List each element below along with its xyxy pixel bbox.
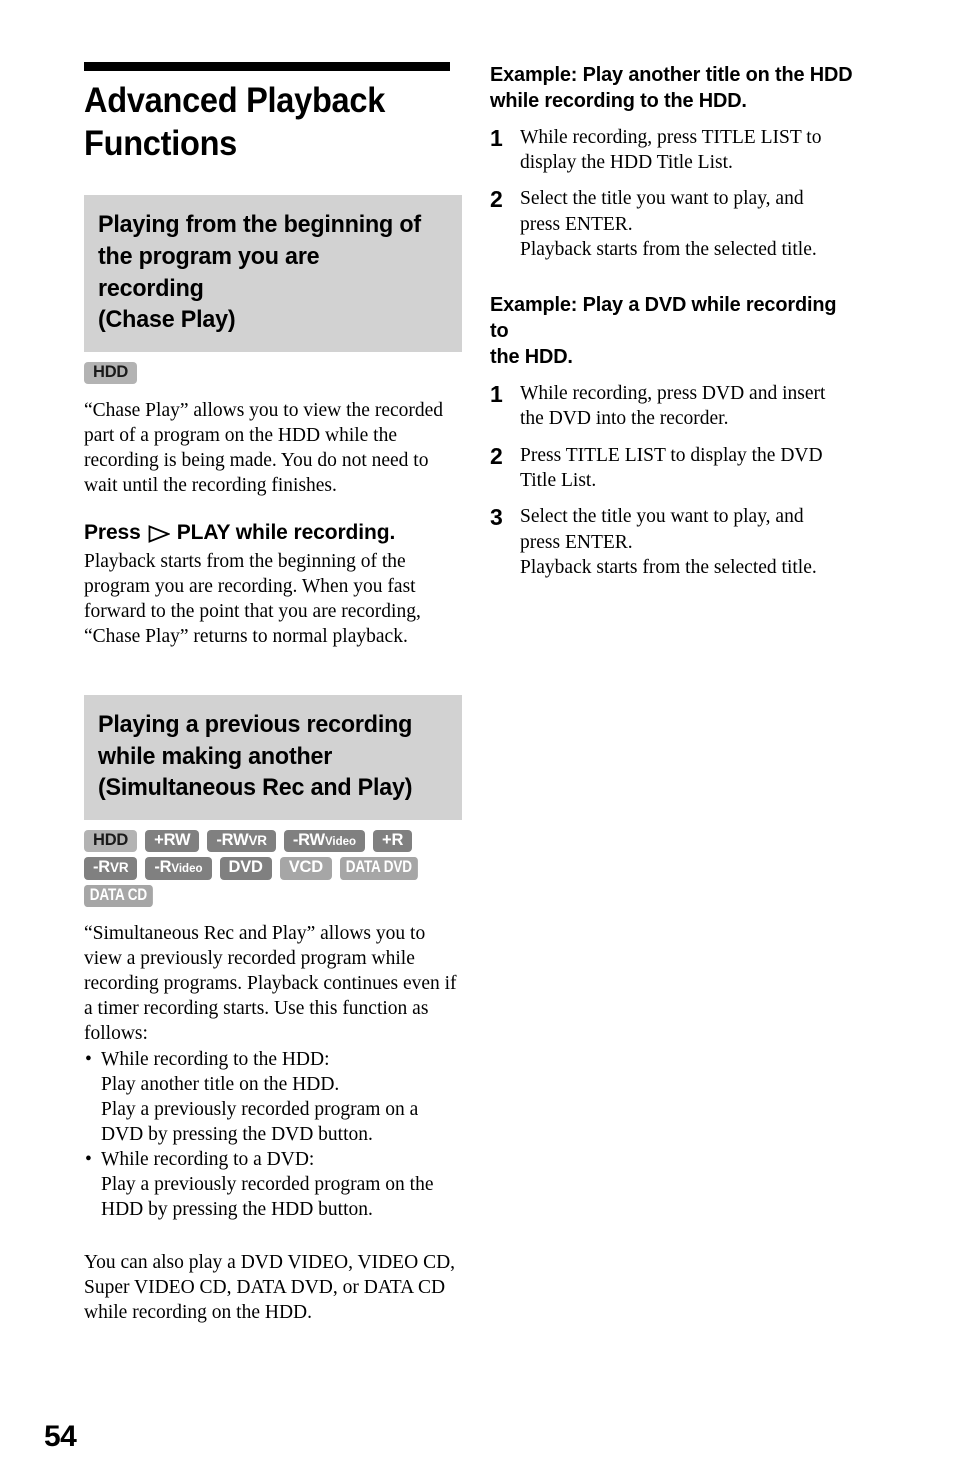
step-text: While recording, press TITLE LIST to dis… [520, 125, 868, 176]
press-play-label: PLAY while recording. [176, 520, 396, 544]
bullet-marker: • [85, 1149, 92, 1171]
step-item: 3 Select the title you want to play, and… [490, 504, 868, 580]
section-heading-chase-play: Playing from the beginning of the progra… [84, 195, 462, 352]
section2-heading-line-2: while making another [98, 742, 333, 770]
text-line: Playback starts from the beginning of th… [84, 550, 406, 572]
bullet-line: Play a previously recorded program on a [101, 1098, 419, 1120]
badge-row: -RVR -RVideo DVD VCD DATA DVD [84, 857, 462, 880]
badge-row: HDD +RW -RWVR -RWVideo +R [84, 829, 462, 853]
media-badge-rvideo: -RVideo [145, 857, 212, 880]
step-text: Press TITLE LIST to display the DVD Titl… [520, 443, 868, 494]
media-badge-dvd: DVD [219, 857, 272, 880]
section2-paragraph-2: You can also play a DVD VIDEO, VIDEO CD,… [84, 1250, 462, 1325]
media-badge-data-dvd: DATA DVD [340, 857, 418, 880]
document-page: Advanced Playback Functions Playing from… [0, 0, 954, 1483]
example1-heading-line-1: Example: Play another title on the HDD [490, 63, 853, 86]
text-line: program you are recording. [84, 575, 298, 597]
press-play-instruction-heading: Press PLAY while recording. [84, 521, 462, 545]
section2-heading-line-1: Playing a previous recording [98, 711, 413, 739]
text-line: normal playback. [272, 626, 408, 648]
chapter-title-line-2: Functions [84, 123, 237, 163]
text-line: display the HDD Title List. [520, 152, 733, 173]
text-line: press ENTER. [520, 531, 633, 553]
section1-paragraph-2: Playback starts from the beginning of th… [84, 549, 462, 650]
bullet-line: Play a previously recorded program on th… [101, 1174, 434, 1196]
step-number: 2 [490, 186, 503, 213]
text-line: Title List. [520, 469, 597, 491]
list-item: • While recording to a DVD: Play a previ… [84, 1147, 462, 1222]
media-badge-rwvideo: -RWVideo [283, 829, 366, 853]
section1-heading-line-3: (Chase Play) [98, 306, 236, 334]
step-item: 1 While recording, press TITLE LIST to d… [490, 125, 868, 176]
media-badge-vcd: VCD [279, 857, 332, 880]
badge-row: DATA CD [84, 884, 462, 907]
text-line: press ENTER. [520, 213, 633, 235]
text-line: “Simultaneous Rec and Play” allows you t… [84, 922, 426, 944]
text-line: “Chase Play” allows you to view the [84, 400, 370, 422]
step-text: Select the title you want to play, and p… [520, 186, 868, 262]
page-title: Advanced Playback Functions [84, 80, 436, 165]
text-line: view a previously recorded program while [84, 948, 415, 970]
step-item: 2 Select the title you want to play, and… [490, 186, 868, 262]
media-badge-rwvr: -RWVR [207, 829, 276, 853]
step-text: Select the title you want to play, and p… [520, 504, 868, 580]
list-item: • While recording to the HDD: Play anoth… [84, 1047, 462, 1148]
bullet-head: While recording to a DVD: [101, 1149, 315, 1171]
section1-heading-line-2: the program you are recording [98, 242, 320, 302]
section2-bullet-list: • While recording to the HDD: Play anoth… [84, 1047, 462, 1223]
media-badge-hdd: HDD [84, 829, 138, 853]
text-line: Playback starts from the selected title. [520, 239, 817, 261]
media-badge-hdd: HDD [84, 361, 138, 385]
text-line: recording programs. Playback continues [84, 973, 399, 995]
step-number: 1 [490, 124, 503, 151]
badge-row: HDD [84, 361, 462, 385]
step-item: 2 Press TITLE LIST to display the DVD Ti… [490, 443, 868, 494]
section-heading-simultaneous-rec-and-play: Playing a previous recording while makin… [84, 695, 462, 820]
text-line: While recording, press DVD and insert [520, 382, 826, 404]
text-line: Select the title you want to play, and [520, 188, 804, 210]
media-badge-data-cd: DATA CD [84, 884, 153, 907]
right-column: Example: Play another title on the HDD w… [490, 62, 868, 591]
bullet-line: HDD by pressing the HDD button. [101, 1199, 373, 1221]
page-number: 54 [44, 1420, 77, 1453]
text-line: Press TITLE LIST to display the DVD [520, 444, 823, 466]
step-number: 1 [490, 380, 503, 407]
section1-paragraph-1: “Chase Play” allows you to view the reco… [84, 398, 462, 499]
media-badge-r: +R [373, 829, 413, 853]
media-badge-rvr: -RVR [84, 857, 138, 880]
bullet-line: DVD by pressing the DVD button. [101, 1124, 373, 1146]
text-line: the DVD into the recorder. [520, 408, 729, 430]
example-1-heading: Example: Play another title on the HDD w… [490, 62, 857, 114]
section2-heading-line-3: (Simultaneous Rec and Play) [98, 774, 413, 802]
chapter-title-rule [84, 62, 450, 71]
step-item: 1 While recording, press DVD and insert … [490, 381, 868, 432]
chapter-title-line-1: Advanced Playback [84, 81, 386, 120]
step-number: 2 [490, 442, 503, 469]
section2-media-badges: HDD +RW -RWVR -RWVideo +R -RVR -RVideo DVD VCD DA… [84, 829, 462, 907]
press-label: Press [84, 520, 141, 544]
left-column: Advanced Playback Functions Playing from… [84, 62, 462, 1325]
step-number: 3 [490, 504, 503, 531]
text-line: Playback starts from the selected title. [520, 556, 817, 578]
text-line: Select the title you want to play, and [520, 506, 804, 528]
section1-heading-line-1: Playing from the beginning of [98, 211, 421, 239]
bullet-marker: • [85, 1048, 92, 1070]
section1-media-badges: HDD [84, 361, 462, 385]
example2-heading-line-1: Example: Play a DVD while recording to [490, 293, 837, 343]
step-text: While recording, press DVD and insert th… [520, 381, 868, 432]
play-triangle-outline-icon [148, 524, 171, 543]
text-line: You can also play a DVD VIDEO, VIDEO [84, 1251, 419, 1273]
example1-heading-line-2: while recording to the HDD. [490, 88, 747, 112]
media-badge-rw: +RW [145, 829, 200, 853]
example-2-heading: Example: Play a DVD while recording to t… [490, 292, 857, 369]
text-line: While recording, press TITLE LIST to [520, 126, 822, 148]
example2-heading-line-2: the HDD. [490, 345, 573, 369]
bullet-head: While recording to the HDD: [101, 1048, 330, 1070]
section2-paragraph-1: “Simultaneous Rec and Play” allows you t… [84, 921, 462, 1047]
bullet-line: Play another title on the HDD. [101, 1073, 340, 1095]
